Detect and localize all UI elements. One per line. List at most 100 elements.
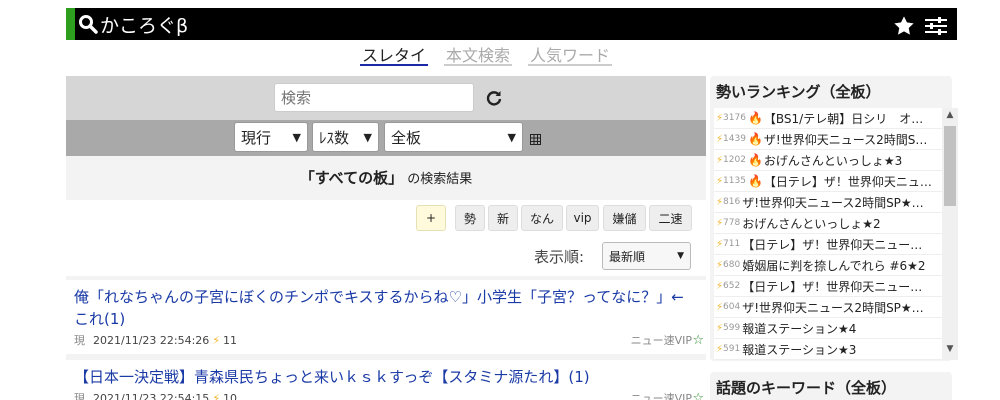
board-value: 全板 <box>391 128 422 147</box>
ranking-item[interactable]: ⚡ 778 おげんさんといっしょ★2 <box>714 213 942 234</box>
bolt-icon: ⚡ <box>716 154 724 166</box>
tab-popular-words[interactable]: 人気ワード <box>528 40 613 66</box>
thread-source: 現 <box>74 334 85 347</box>
ranking-list: ⚡ 3176 🔥 【BS1/テレ朝】日シリ オ… ⚡ 1439 🔥 ザ!世界仰天ニュース2時間… <box>714 108 942 360</box>
filter-row: 現行 ▼ ﾚｽ数 ▼ 全板 ▼ <box>66 120 706 156</box>
ranking-item[interactable]: ⚡ 652 【日テレ】ザ！世界仰天ニュー… <box>714 276 942 297</box>
sort-row: 表示順: 最新順 ▼ <box>66 236 706 276</box>
thread-title[interactable]: 俺「れなちゃんの子宮にぼくのチンポでキスするからね♡」小学生「子宮？ってなに？」… <box>74 286 698 330</box>
search-icon <box>79 15 98 34</box>
chip-new[interactable]: 新 <box>488 205 518 231</box>
thread-momentum: 10 <box>223 391 238 400</box>
thread-item[interactable]: 俺「れなちゃんの子宮にぼくのチンポでキスするからね♡」小学生「子宮？ってなに？」… <box>66 280 706 354</box>
ranking-label: 報道ステーション★4 <box>742 321 857 336</box>
thread-source: 現 <box>74 392 85 400</box>
period-select[interactable]: 現行 ▼ <box>234 122 308 152</box>
ranking-momentum: 604 <box>723 302 741 312</box>
keywords-title: 話題のキーワード（全板） <box>716 379 897 397</box>
chip-kenmou[interactable]: 嫌儲 <box>603 205 646 231</box>
ranking-label: 【日テレ】ザ！世界仰天ニュ… <box>763 174 932 189</box>
fire-icon: 🔥 <box>747 132 763 146</box>
chip-momentum[interactable]: 勢 <box>455 205 485 231</box>
accent-bar <box>66 8 75 40</box>
top-bar: かころぐβ <box>66 8 957 40</box>
thread-board[interactable]: ニュー速VIP <box>631 390 692 400</box>
board-select[interactable]: 全板 ▼ <box>384 122 523 152</box>
thread-meta: 現 2021/11/23 22:54:26 ⚡ 11 ニュー速VIP ☆ <box>74 332 704 348</box>
chip-nisoku[interactable]: 二速 <box>649 205 692 231</box>
ranking-momentum: 816 <box>723 197 741 207</box>
sliders-icon[interactable] <box>925 16 947 36</box>
add-category-chip[interactable]: + <box>416 205 446 231</box>
ranking-momentum: 599 <box>723 323 741 333</box>
ranking-item[interactable]: ⚡ 599 報道ステーション★4 <box>714 318 942 339</box>
period-value: 現行 <box>241 128 272 147</box>
tab-body-search[interactable]: 本文検索 <box>444 40 513 66</box>
bolt-icon: ⚡ <box>716 217 724 229</box>
ranking-momentum: 591 <box>723 344 741 354</box>
bolt-icon: ⚡ <box>716 175 724 187</box>
ranking-label: 婚姻届に判を捺しんでれら #6★2 <box>742 258 926 273</box>
refresh-icon[interactable] <box>486 90 502 106</box>
thread-meta: 現 2021/11/23 22:54:15 ⚡ 10 ニュー速VIP ☆ <box>74 390 704 400</box>
ranking-item[interactable]: ⚡ 591 報道ステーション★3 <box>714 339 942 360</box>
ranking-label: 【日テレ】ザ！世界仰天ニュー… <box>742 237 923 252</box>
thread-item[interactable]: 【日本一決定戦】青森県民ちょっと来いｋｓｋすっぞ【スタミナ源たれ】(1) 現 2… <box>66 360 706 400</box>
fire-icon: 🔥 <box>747 111 763 125</box>
search-input[interactable] <box>274 83 474 112</box>
thread-board[interactable]: ニュー速VIP <box>631 332 692 348</box>
ranking-momentum: 1135 <box>723 176 746 186</box>
ranking-label: 報道ステーション★3 <box>742 342 857 357</box>
thread-title[interactable]: 【日本一決定戦】青森県民ちょっと来いｋｓｋすっぞ【スタミナ源たれ】(1) <box>74 366 698 388</box>
ranking-momentum: 652 <box>723 281 741 291</box>
scroll-thumb[interactable] <box>944 126 956 206</box>
bolt-icon: ⚡ <box>716 133 724 145</box>
fire-icon: 🔥 <box>747 153 763 167</box>
favorite-star-icon[interactable]: ☆ <box>692 391 704 400</box>
ranking-label: ザ!世界仰天ニュース2時間SP★… <box>742 300 924 315</box>
site-logo[interactable]: かころぐβ <box>78 12 188 37</box>
res-count-value: ﾚｽ数 <box>319 128 350 147</box>
ranking-momentum: 778 <box>723 218 741 228</box>
category-chips: + 勢 新 なん vip 嫌儲 二速 <box>66 200 706 236</box>
ranking-item[interactable]: ⚡ 1135 🔥 【日テレ】ザ！世界仰天ニュ… <box>714 171 942 192</box>
thread-datetime: 2021/11/23 22:54:26 <box>93 333 210 347</box>
ranking-item[interactable]: ⚡ 680 婚姻届に判を捺しんでれら #6★2 <box>714 255 942 276</box>
ranking-item[interactable]: ⚡ 1202 🔥 おげんさんといっしょ★3 <box>714 150 942 171</box>
bolt-icon: ⚡ <box>212 333 221 347</box>
ranking-scrollbar[interactable]: ▲ ▼ <box>942 108 958 360</box>
thread-datetime: 2021/11/23 22:54:15 <box>93 391 210 400</box>
ranking-item[interactable]: ⚡ 3176 🔥 【BS1/テレ朝】日シリ オ… <box>714 108 942 129</box>
bolt-icon: ⚡ <box>716 280 724 292</box>
tab-title-search[interactable]: スレタイ <box>360 40 429 66</box>
bolt-icon: ⚡ <box>716 343 724 355</box>
ranking-label: 【BS1/テレ朝】日シリ オ… <box>763 111 924 126</box>
main-panel: 現行 ▼ ﾚｽ数 ▼ 全板 ▼ 「すべての板」 の検索結果 <box>66 76 706 400</box>
ranking-item[interactable]: ⚡ 816 ザ!世界仰天ニュース2時間SP★… <box>714 192 942 213</box>
bolt-icon: ⚡ <box>716 259 724 271</box>
favorite-star-icon[interactable]: ☆ <box>692 333 704 348</box>
res-count-select[interactable]: ﾚｽ数 ▼ <box>312 122 379 152</box>
bolt-icon: ⚡ <box>716 301 724 313</box>
board-grid-icon[interactable] <box>530 134 541 145</box>
result-heading: 「すべての板」 の検索結果 <box>66 156 706 200</box>
scroll-up-icon[interactable]: ▲ <box>942 110 958 124</box>
thread-momentum: 11 <box>223 333 238 347</box>
ranking-item[interactable]: ⚡ 604 ザ!世界仰天ニュース2時間SP★… <box>714 297 942 318</box>
result-board-name: 「すべての板」 <box>299 169 404 187</box>
bolt-icon: ⚡ <box>716 196 724 208</box>
bolt-icon: ⚡ <box>212 391 221 400</box>
bolt-icon: ⚡ <box>716 238 724 250</box>
ranking-label: 【日テレ】ザ！世界仰天ニュー… <box>742 279 923 294</box>
star-icon[interactable] <box>893 15 915 37</box>
sort-select[interactable]: 最新順 ▼ <box>602 242 691 270</box>
search-row <box>66 76 706 120</box>
ranking-item[interactable]: ⚡ 711 【日テレ】ザ！世界仰天ニュー… <box>714 234 942 255</box>
scroll-down-icon[interactable]: ▼ <box>942 344 958 358</box>
ranking-item[interactable]: ⚡ 1439 🔥 ザ!世界仰天ニュース2時間S… <box>714 129 942 150</box>
ranking-label: ザ!世界仰天ニュース2時間SP★… <box>742 195 924 210</box>
sort-value: 最新順 <box>609 249 646 264</box>
chip-nan[interactable]: なん <box>521 205 563 231</box>
ranking-momentum: 3176 <box>723 113 746 123</box>
chip-vip[interactable]: vip <box>566 205 599 231</box>
